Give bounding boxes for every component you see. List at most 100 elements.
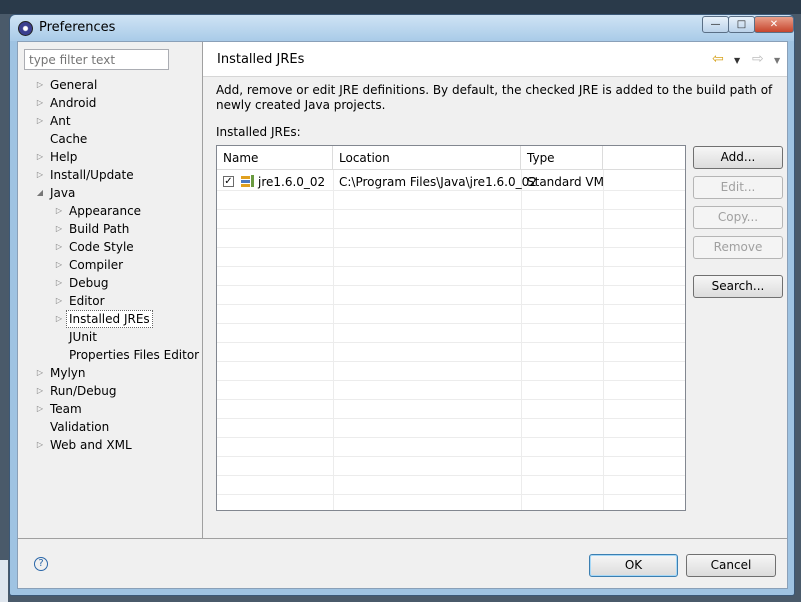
tree-item-label: Code Style [69,240,134,254]
desktop-background [0,0,801,14]
tree-item-label: Editor [69,294,105,308]
tree-item-label: Android [50,96,97,110]
minimize-button[interactable]: — [702,16,729,33]
expand-arrow-icon[interactable]: ▷ [35,148,45,166]
table-label: Installed JREs: [216,125,301,139]
expand-arrow-icon[interactable]: ▷ [54,292,64,310]
expand-arrow-icon[interactable]: ▷ [35,94,45,112]
tree-item-label: Java [50,186,76,200]
jre-table[interactable]: Name Location Type ✓ jre1.6.0_02 C:\Prog… [216,145,686,511]
column-divider [333,170,334,510]
help-icon[interactable]: ? [34,557,48,571]
back-menu-chevron-down-icon[interactable]: ▼ [734,56,740,65]
row-divider [217,475,685,476]
column-divider [603,170,604,510]
tree-item-label: Build Path [69,222,130,236]
jre-library-icon [241,175,254,187]
expand-arrow-icon[interactable]: ▷ [54,202,64,220]
row-divider [217,209,685,210]
preferences-window: Preferences — □ ✕ ▷ General ▷ Android ▷ Ant Ca… [9,14,795,596]
row-divider [217,494,685,495]
close-icon: ✕ [769,19,779,30]
row-divider [217,304,685,305]
row-divider [217,266,685,267]
collapse-arrow-icon[interactable]: ◢ [35,184,45,202]
expand-arrow-icon[interactable]: ▷ [54,220,64,238]
jre-type: Standard VM [527,175,604,189]
tree-item-label: Appearance [69,204,142,218]
filter-input[interactable] [24,49,169,70]
expand-arrow-icon[interactable]: ▷ [54,238,64,256]
tree-item-label: Compiler [69,258,124,272]
tree-item-label: Help [50,150,78,164]
jre-name: jre1.6.0_02 [258,175,326,189]
row-divider [217,418,685,419]
jre-checkbox[interactable]: ✓ [223,176,234,187]
column-header-empty [603,146,685,170]
tree-item-label: Cache [50,132,88,146]
footer-divider [18,538,787,539]
expand-arrow-icon[interactable]: ▷ [35,382,45,400]
edit-button[interactable]: Edit... [693,176,783,199]
minimize-icon: — [710,19,721,30]
row-divider [217,437,685,438]
row-divider [217,285,685,286]
page-header: Installed JREs ⇦ ▼ ⇨ ▼ [203,42,787,77]
close-button[interactable]: ✕ [754,16,794,33]
ok-button[interactable]: OK [589,554,678,577]
row-divider [217,456,685,457]
tree-item-label: Ant [50,114,71,128]
expand-arrow-icon[interactable]: ▷ [54,310,64,328]
expand-arrow-icon[interactable]: ▷ [35,76,45,94]
window-title: Preferences [39,20,116,35]
maximize-button[interactable]: □ [728,16,755,33]
expand-arrow-icon[interactable]: ▷ [54,274,64,292]
background-window-edge [0,560,8,602]
cancel-button[interactable]: Cancel [686,554,776,577]
tree-item-label: Debug [69,276,109,290]
column-header-type[interactable]: Type [521,146,603,170]
row-divider [217,247,685,248]
tree-item-label: General [50,78,98,92]
copy-button[interactable]: Copy... [693,206,783,229]
tree-item-label: Mylyn [50,366,86,380]
jre-location: C:\Program Files\Java\jre1.6.0_02 [339,175,537,189]
tree-item-label: JUnit [69,330,97,344]
eclipse-icon [18,21,33,36]
expand-arrow-icon[interactable]: ▷ [35,400,45,418]
dialog-client-area: ▷ General ▷ Android ▷ Ant Cache ▷ Help ▷ Install/U… [17,41,788,589]
remove-button[interactable]: Remove [693,236,783,259]
tree-item-label: Team [50,402,82,416]
expand-arrow-icon[interactable]: ▷ [35,364,45,382]
column-header-location[interactable]: Location [333,146,521,170]
search-button[interactable]: Search... [693,275,783,298]
tree-item-label: Web and XML [50,438,132,452]
add-button[interactable]: Add... [693,146,783,169]
row-divider [217,228,685,229]
column-divider [521,170,522,510]
title-bar[interactable]: Preferences — □ ✕ [10,15,794,41]
expand-arrow-icon[interactable]: ▷ [35,436,45,454]
back-arrow-icon[interactable]: ⇦ [712,51,724,67]
tree-item-label: Properties Files Editor [69,348,200,362]
sash-divider[interactable] [202,42,203,538]
forward-menu-chevron-down-icon[interactable]: ▼ [774,56,780,65]
tree-item-label: Run/Debug [50,384,117,398]
expand-arrow-icon[interactable]: ▷ [54,256,64,274]
row-divider [217,361,685,362]
tree-item-label: Installed JREs [66,310,153,328]
expand-arrow-icon[interactable]: ▷ [35,112,45,130]
row-divider [217,399,685,400]
maximize-icon: □ [736,19,747,30]
expand-arrow-icon[interactable]: ▷ [35,166,45,184]
row-divider [217,380,685,381]
page-title: Installed JREs [217,52,305,67]
column-header-name[interactable]: Name [217,146,333,170]
forward-arrow-icon[interactable]: ⇨ [752,51,764,67]
page-description: Add, remove or edit JRE definitions. By … [216,83,773,112]
row-divider [217,342,685,343]
